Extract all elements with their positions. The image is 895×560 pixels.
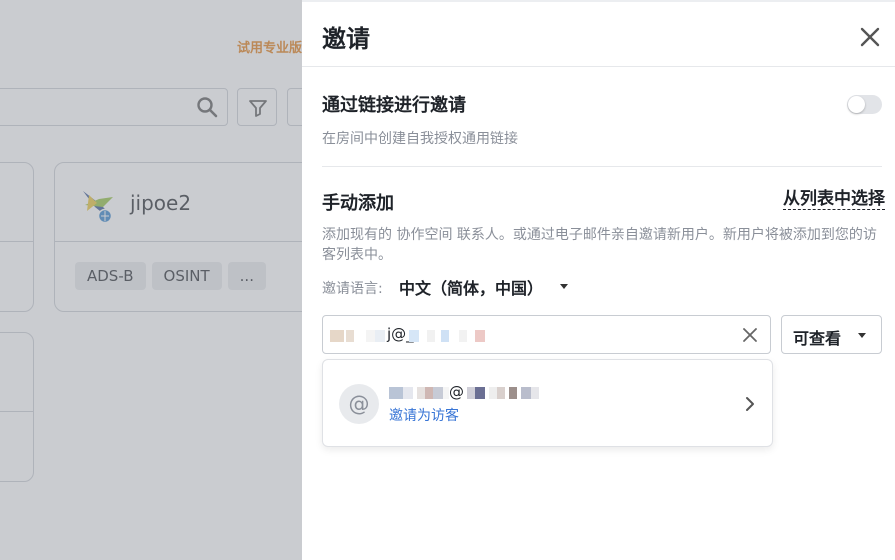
modal-backdrop[interactable] [0,0,302,560]
language-label: 邀请语言: [322,281,383,297]
at-icon: @ [339,384,379,424]
link-invite-toggle[interactable] [847,95,882,114]
suggestion-email-redacted [467,387,539,399]
manual-add-title: 手动添加 [322,193,394,214]
link-invite-title: 通过链接进行邀请 [322,95,466,116]
close-icon[interactable] [859,26,881,48]
email-redacted [330,329,385,343]
invite-suggestion[interactable]: @ @ 邀请为访客 [322,359,773,447]
permission-select[interactable]: 可查看 [781,315,882,354]
email-input[interactable]: j@_ [322,315,771,354]
chevron-right-icon [746,397,754,411]
link-invite-description: 在房间中创建自我授权通用链接 [322,131,518,147]
clear-icon[interactable] [742,327,758,343]
language-select[interactable]: 中文（简体，中国） [399,275,543,299]
toggle-knob [848,96,865,113]
section-divider [322,166,882,167]
header-divider [302,66,895,67]
select-from-list-link[interactable]: 从列表中选择 [783,189,885,210]
suggestion-email-redacted [389,384,449,402]
invite-as-guest-label: 邀请为访客 [389,408,459,424]
permission-value: 可查看 [793,329,842,348]
suggestion-email: @ [449,383,464,401]
panel-title: 邀请 [322,25,370,53]
email-redacted [409,330,485,342]
chevron-down-icon [858,333,866,338]
chevron-down-icon[interactable] [560,284,568,289]
manual-add-description: 添加现有的 协作空间 联系人。或通过电子邮件亲自邀请新用户。新用户将被添加到您的… [322,227,877,263]
invite-panel: 邀请 通过链接进行邀请 在房间中创建自我授权通用链接 手动添加 从列表中选择 添… [302,0,895,560]
